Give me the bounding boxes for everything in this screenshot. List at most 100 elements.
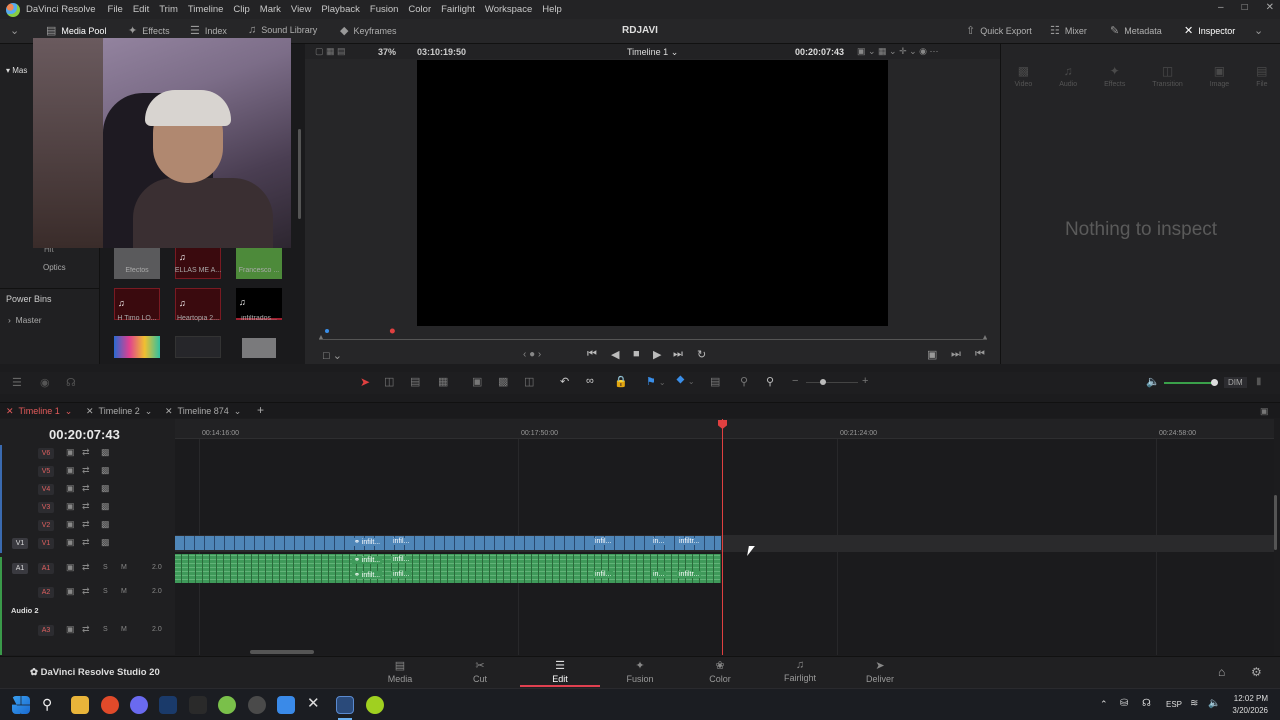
- auto-select-icon[interactable]: ⇄: [82, 483, 90, 494]
- page-tab-cut[interactable]: ✂ Cut: [440, 659, 520, 687]
- layout-icon[interactable]: ☰: [12, 376, 22, 389]
- clock-time[interactable]: 12:02 PM: [1230, 694, 1268, 703]
- lock-icon[interactable]: ▣: [66, 501, 75, 512]
- mute-button[interactable]: M: [121, 588, 127, 595]
- menu-help[interactable]: Help: [542, 4, 562, 15]
- home-icon[interactable]: ⌂: [1218, 665, 1225, 679]
- track-label[interactable]: V2: [38, 520, 54, 531]
- speaker-icon[interactable]: 🔈: [1146, 375, 1160, 388]
- marker-icon[interactable]: ⯁ ⌄: [676, 375, 695, 388]
- zoom-level[interactable]: 37%: [378, 47, 396, 57]
- track-enable-icon[interactable]: ▩: [101, 465, 110, 476]
- davinci-resolve-taskbar-icon[interactable]: [336, 696, 354, 714]
- network-icon[interactable]: ⛁: [1120, 698, 1128, 709]
- tab-timeline-1[interactable]: ✕ Timeline 1 ⌄: [6, 406, 72, 417]
- track-label[interactable]: V3: [38, 502, 54, 513]
- windows-start-icon[interactable]: [12, 696, 30, 714]
- auto-select-icon[interactable]: ⇄: [82, 586, 90, 597]
- clip-thumbnail[interactable]: [114, 336, 160, 358]
- clip-thumbnail[interactable]: ♫: [175, 247, 221, 279]
- zoom-slider-handle[interactable]: [820, 379, 826, 385]
- overwrite-clip-icon[interactable]: ▩: [498, 375, 508, 388]
- brave-browser-icon[interactable]: [101, 696, 119, 714]
- volume-slider-handle[interactable]: [1211, 379, 1218, 386]
- quick-export-button[interactable]: ⇧ Quick Export: [966, 24, 1032, 37]
- lock-icon[interactable]: ▣: [66, 537, 75, 548]
- lock-icon[interactable]: ▣: [66, 465, 75, 476]
- inspector-tab-audio[interactable]: ♫ Audio: [1059, 64, 1077, 94]
- spotify-icon[interactable]: [366, 696, 384, 714]
- effects-button[interactable]: ✦ Effects: [128, 24, 170, 37]
- audio-meter-icon[interactable]: ◉: [40, 376, 50, 389]
- maximize-icon[interactable]: □: [1242, 2, 1248, 13]
- clock-date[interactable]: 3/20/2026: [1226, 706, 1268, 715]
- close-icon[interactable]: ✕: [6, 406, 14, 417]
- capcut-icon[interactable]: ✕: [307, 694, 320, 712]
- lock-icon[interactable]: ▣: [66, 624, 75, 635]
- minimize-icon[interactable]: –: [1218, 2, 1224, 13]
- menu-timeline[interactable]: Timeline: [188, 4, 224, 15]
- solo-button[interactable]: S: [103, 588, 108, 595]
- auto-select-icon[interactable]: ⇄: [82, 519, 90, 530]
- next-edit-icon[interactable]: ⏭: [951, 348, 961, 361]
- lock-icon[interactable]: ▣: [66, 447, 75, 458]
- tab-timeline-874[interactable]: ✕ Timeline 874 ⌄: [165, 406, 241, 417]
- auto-select-icon[interactable]: ⇄: [82, 562, 90, 573]
- volume-icon[interactable]: 🔈: [1208, 698, 1220, 709]
- crop-tool-icon[interactable]: □ ⌄: [323, 349, 342, 362]
- inspector-tab-effects[interactable]: ✦ Effects: [1104, 64, 1125, 94]
- menu-trim[interactable]: Trim: [159, 4, 178, 15]
- dim-button[interactable]: DIM: [1224, 377, 1247, 388]
- index-button[interactable]: ☰ Index: [190, 24, 227, 37]
- panel-collapse-button[interactable]: ⌄: [1254, 24, 1263, 37]
- close-icon[interactable]: ✕: [86, 406, 94, 417]
- viewer-options-icon[interactable]: ▣ ⌄ ▦ ⌄ ✛ ⌄ ◉ ⋯: [857, 46, 939, 57]
- menu-color[interactable]: Color: [408, 4, 431, 15]
- zoom-custom-icon[interactable]: ⚲: [766, 375, 774, 388]
- match-frame-icon[interactable]: ▣: [927, 348, 937, 361]
- messenger-icon[interactable]: [130, 696, 148, 714]
- zoom-slider-track[interactable]: [806, 382, 858, 383]
- menu-view[interactable]: View: [291, 4, 311, 15]
- master-bin-header[interactable]: ▾ Mas: [6, 66, 27, 75]
- lock-icon[interactable]: ▣: [66, 483, 75, 494]
- volume-slider[interactable]: [1164, 382, 1214, 384]
- app-icon[interactable]: [248, 696, 266, 714]
- track-enable-icon[interactable]: ▩: [101, 483, 110, 494]
- lock-icon[interactable]: ▣: [66, 519, 75, 530]
- solo-button[interactable]: S: [103, 626, 108, 633]
- menu-clip[interactable]: Clip: [233, 4, 249, 15]
- prev-edit-icon[interactable]: ⏮: [975, 348, 985, 361]
- sound-library-button[interactable]: ♫ Sound Library: [248, 24, 317, 36]
- gear-icon[interactable]: ⚙: [1251, 665, 1262, 679]
- auto-select-icon[interactable]: ⇄: [82, 624, 90, 635]
- timeline-tracks[interactable]: 00:14:16:00 00:17:50:00 00:21:24:00 00:2…: [175, 419, 1274, 655]
- loop-icon[interactable]: ↻: [697, 348, 706, 361]
- stop-icon[interactable]: ■: [633, 348, 640, 360]
- wifi-icon[interactable]: ≋: [1190, 698, 1198, 709]
- scrubber-playhead[interactable]: [389, 328, 395, 334]
- trim-tool-icon[interactable]: ◫: [384, 375, 394, 388]
- chevron-up-icon[interactable]: ⌃: [1100, 699, 1108, 710]
- page-tab-fusion[interactable]: ✦ Fusion: [600, 659, 680, 687]
- play-reverse-icon[interactable]: ◀: [611, 348, 619, 361]
- clip-thumbnail[interactable]: [242, 338, 276, 358]
- file-explorer-icon[interactable]: [71, 696, 89, 714]
- panel-toggle-button[interactable]: ⌄: [10, 24, 19, 37]
- zoom-detail-icon[interactable]: ⚲: [740, 375, 748, 388]
- dynamic-trim-icon[interactable]: ▤: [410, 375, 420, 388]
- timeline-selector[interactable]: Timeline 1 ⌄: [627, 47, 678, 58]
- media-pool-button[interactable]: ▤ Media Pool: [46, 24, 106, 37]
- keyframes-button[interactable]: ◆ Keyframes: [340, 24, 396, 37]
- track-enable-icon[interactable]: ▩: [101, 519, 110, 530]
- replace-clip-icon[interactable]: ◫: [524, 375, 534, 388]
- in-point-marker[interactable]: [325, 329, 329, 333]
- menu-fusion[interactable]: Fusion: [370, 4, 399, 15]
- meter-icon[interactable]: ▮: [1256, 376, 1262, 387]
- track-label[interactable]: A2: [38, 587, 54, 598]
- microphone-icon[interactable]: ☊: [1142, 698, 1151, 709]
- timeline-vertical-scrollbar[interactable]: [1274, 495, 1277, 550]
- track-label[interactable]: V5: [38, 466, 54, 477]
- mute-button[interactable]: M: [121, 626, 127, 633]
- inspector-tab-file[interactable]: ▤ File: [1256, 64, 1267, 94]
